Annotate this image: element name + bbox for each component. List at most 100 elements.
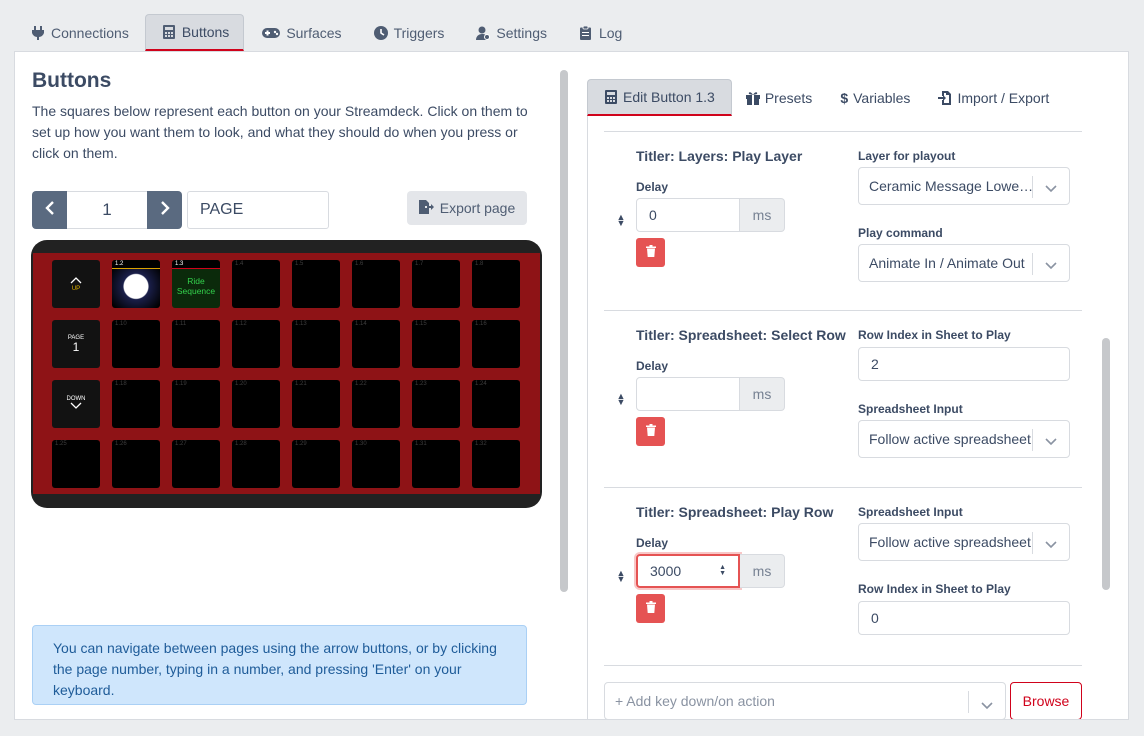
key-1-25[interactable]: 1.25 [52,440,100,488]
key-1-32[interactable]: 1.32 [472,440,520,488]
tab-log[interactable]: Log [563,14,636,51]
key-label: 1.16 [475,321,487,327]
chevron-down-icon [1045,536,1057,552]
key-1-14[interactable]: 1.14 [352,320,400,368]
chevron-right-icon [160,200,170,220]
delete-action-button[interactable] [636,594,665,623]
key-1-18[interactable]: 1.18 [112,380,160,428]
tab-presets[interactable]: Presets [732,79,826,116]
key-label: 1.32 [475,441,487,447]
right-scrollbar[interactable] [1102,338,1110,590]
page-number-input[interactable]: 1 [67,191,147,229]
key-1-12[interactable]: 1.12 [232,320,280,368]
tab-variables[interactable]: $ Variables [826,79,924,116]
spreadsheet-input-select[interactable]: Follow active spreadsheet [858,420,1070,458]
key-label: 1.19 [175,381,187,387]
key-1-11[interactable]: 1.11 [172,320,220,368]
key-page-value: 1 [72,340,80,354]
drag-handle-icon[interactable]: ▲ ▼ [616,392,626,407]
key-up[interactable]: UP [52,260,100,308]
spreadsheet-input-select[interactable]: Follow active spreadsheet [858,523,1070,561]
delay-input[interactable]: 3000 ▲ ▼ [636,554,740,588]
key-1-7[interactable]: 1.7 [412,260,460,308]
next-page-button[interactable] [147,191,182,229]
key-1-6[interactable]: 1.6 [352,260,400,308]
actions-list: Titler: Layers: Play Layer Delay ▲ ▼ 0 ms… [587,116,1111,719]
key-1-13[interactable]: 1.13 [292,320,340,368]
key-label: 1.7 [415,261,424,267]
key-label: 1.30 [355,441,367,447]
dollar-icon: $ [840,89,849,106]
tab-import-export[interactable]: Import / Export [924,79,1063,116]
key-1-27[interactable]: 1.27 [172,440,220,488]
key-1-16[interactable]: 1.16 [472,320,520,368]
drag-handle-icon[interactable]: ▲ ▼ [616,569,626,584]
add-action-placeholder: + Add key down/on action [615,693,775,709]
key-1-5[interactable]: 1.5 [292,260,340,308]
tab-edit-button[interactable]: Edit Button 1.3 [587,79,732,116]
file-export-icon [418,199,434,217]
delay-input[interactable] [636,377,740,411]
key-1-4[interactable]: 1.4 [232,260,280,308]
ride-sequence-text: Ride Sequence [176,276,216,296]
tab-settings[interactable]: Settings [460,14,561,51]
drag-handle-icon[interactable]: ▲ ▼ [616,213,626,228]
tab-label: Presets [764,89,813,106]
key-1-22[interactable]: 1.22 [352,380,400,428]
key-label: 1.8 [475,261,484,267]
chevron-down-icon [1045,257,1057,273]
key-label: 1.13 [295,321,307,327]
tab-label: Import / Export [957,89,1050,106]
page-title: Buttons [32,69,112,92]
spinner-icon[interactable]: ▲ ▼ [719,564,726,577]
export-page-button[interactable]: Export page [407,191,527,225]
row-index-input[interactable]: 2 [858,347,1070,381]
key-1-28[interactable]: 1.28 [232,440,280,488]
spreadsheet-input-value: Follow active spreadsheet [869,534,1031,550]
key-1-21[interactable]: 1.21 [292,380,340,428]
delete-action-button[interactable] [636,238,665,267]
play-command-select[interactable]: Animate In / Animate Out [858,244,1070,282]
delay-input[interactable]: 0 [636,198,740,232]
key-1-15[interactable]: 1.15 [412,320,460,368]
tab-buttons[interactable]: Buttons [144,14,245,51]
chevron-down-icon [1045,180,1057,196]
key-1-10[interactable]: 1.10 [112,320,160,368]
key-page[interactable]: PAGE 1 [52,320,100,368]
key-1-2[interactable]: 1.2 [112,260,160,308]
key-label: 1.12 [235,321,247,327]
key-1-20[interactable]: 1.20 [232,380,280,428]
chevron-down-icon [981,697,993,713]
key-1-23[interactable]: 1.23 [412,380,460,428]
browse-button[interactable]: Browse [1010,682,1082,719]
add-action-select[interactable]: + Add key down/on action [604,682,1006,719]
row-index-input[interactable]: 0 [858,601,1070,635]
key-1-8[interactable]: 1.8 [472,260,520,308]
buttons-panel: Buttons The squares below represent each… [31,52,551,719]
key-1-29[interactable]: 1.29 [292,440,340,488]
page-name-input[interactable]: PAGE [187,191,329,229]
prev-page-button[interactable] [32,191,67,229]
delay-field: ms [636,377,785,411]
chevron-down-icon [1045,433,1057,449]
key-label: 1.20 [235,381,247,387]
layer-select[interactable]: Ceramic Message Lower Third [858,167,1070,205]
key-1-19[interactable]: 1.19 [172,380,220,428]
left-scrollbar[interactable] [560,70,568,592]
key-1-26[interactable]: 1.26 [112,440,160,488]
key-1-3[interactable]: 1.3 Ride Sequence [172,260,220,308]
chevron-down-icon [70,402,82,412]
key-label: 1.22 [355,381,367,387]
divider [604,665,1082,666]
tab-triggers[interactable]: Triggers [358,14,459,51]
tab-connections[interactable]: Connections [15,14,143,51]
tab-surfaces[interactable]: Surfaces [246,14,355,51]
key-1-24[interactable]: 1.24 [472,380,520,428]
tab-label: Settings [496,24,547,41]
key-label: 1.21 [295,381,307,387]
key-1-31[interactable]: 1.31 [412,440,460,488]
delay-unit: ms [740,377,785,411]
delete-action-button[interactable] [636,417,665,446]
key-1-30[interactable]: 1.30 [352,440,400,488]
key-down[interactable]: DOWN [52,380,100,428]
